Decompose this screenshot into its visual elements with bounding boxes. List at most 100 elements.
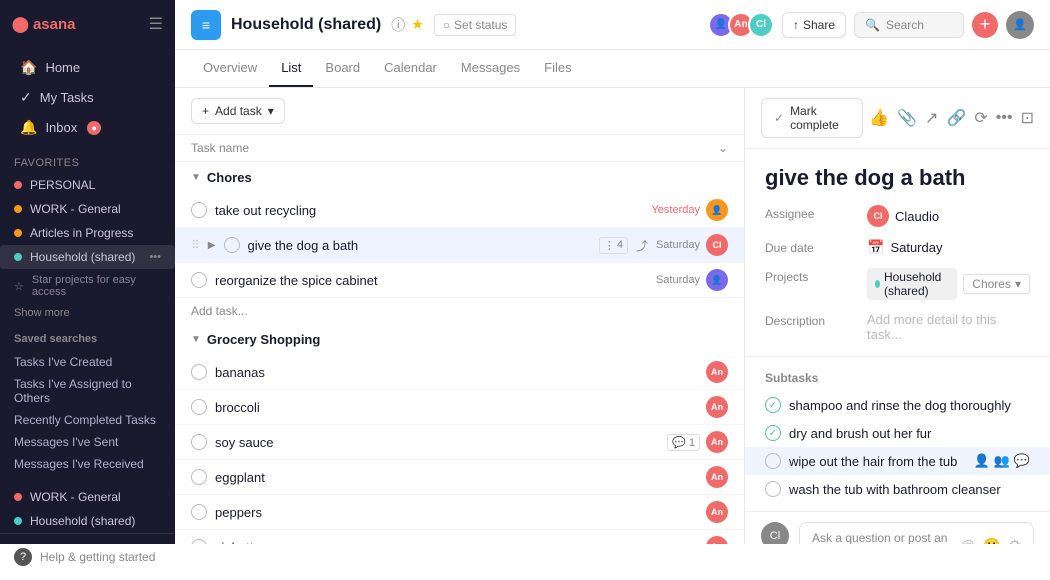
sidebar-item-household[interactable]: Household (shared) ••• (0, 245, 175, 269)
saved-link-sent[interactable]: Messages I've Sent (0, 431, 175, 453)
subtask-name: dry and brush out her fur (789, 426, 1030, 441)
sidebar-item-personal[interactable]: PERSONAL (0, 173, 175, 197)
sidebar-bottom-work[interactable]: WORK - General (0, 485, 175, 509)
plus-icon: + (202, 104, 209, 118)
expand-icon[interactable]: ▶ (208, 240, 216, 251)
saved-link-created[interactable]: Tasks I've Created (0, 351, 175, 373)
set-status-button[interactable]: ○ Set status (434, 14, 517, 36)
tab-list[interactable]: List (269, 50, 313, 87)
section-grocery[interactable]: ▼ Grocery Shopping (175, 324, 744, 355)
task-row[interactable]: bananas An (175, 355, 744, 390)
share-icon[interactable]: ↗ (925, 108, 938, 128)
attach-icon[interactable]: 📎 (897, 108, 917, 128)
more-icon[interactable]: ••• (996, 109, 1013, 127)
subtask-row[interactable]: wash the tub with bathroom cleanser (745, 475, 1050, 503)
comment-input[interactable]: Ask a question or post an update... @ 🙂 … (799, 522, 1034, 544)
sidebar-bottom-household[interactable]: Household (shared) (0, 509, 175, 533)
subtask-check[interactable] (765, 453, 781, 469)
task-check[interactable] (191, 399, 207, 415)
hamburger-icon[interactable]: ☰ (149, 14, 163, 34)
task-row[interactable]: broccoli An (175, 390, 744, 425)
task-row[interactable]: ⠿ ▶ give the dog a bath ⋮ 4 ⤴ Saturday C… (175, 228, 744, 263)
add-task-button[interactable]: + Add task ▾ (191, 98, 285, 124)
subtask-row[interactable]: ✓ shampoo and rinse the dog thoroughly (745, 391, 1050, 419)
search-placeholder: Search (886, 18, 924, 32)
add-button[interactable]: + (972, 12, 998, 38)
collapse-icon[interactable]: ⊡ (1021, 108, 1034, 128)
search-bar[interactable]: 🔍 Search (854, 12, 964, 38)
section-chores[interactable]: ▼ Chores (175, 162, 744, 193)
help-item[interactable]: ? Help & getting started (0, 542, 175, 572)
saved-link-received[interactable]: Messages I've Received (0, 453, 175, 475)
tab-messages[interactable]: Messages (449, 50, 532, 87)
task-row[interactable]: take out recycling Yesterday 👤 (175, 193, 744, 228)
description-placeholder[interactable]: Add more detail to this task... (867, 312, 1030, 342)
project-name: Household (shared) (884, 270, 949, 298)
sidebar: ⬤ asana ☰ 🏠 Home ✓ My Tasks 🔔 Inbox ● Fa… (0, 0, 175, 544)
subtask-check[interactable] (765, 481, 781, 497)
at-icon[interactable]: @ (961, 537, 975, 545)
sidebar-item-mytasks[interactable]: ✓ My Tasks (6, 83, 169, 112)
due-date-label: Due date (765, 239, 855, 255)
subtask-arrow-icon: ⤴ (636, 237, 648, 254)
task-row[interactable]: eggplant An (175, 460, 744, 495)
task-check[interactable] (191, 202, 207, 218)
task-avatar: Cl (706, 234, 728, 256)
chores-tag[interactable]: Chores ▾ (963, 274, 1030, 294)
sidebar-item-articles[interactable]: Articles in Progress (0, 221, 175, 245)
saved-link-completed[interactable]: Recently Completed Tasks (0, 409, 175, 431)
sidebar-item-label: Inbox (45, 120, 77, 135)
task-row[interactable]: reorganize the spice cabinet Saturday 👤 (175, 263, 744, 298)
emoji-icon[interactable]: 🙂 (983, 537, 1000, 545)
mark-complete-button[interactable]: ✓ Mark complete (761, 98, 863, 138)
tab-files[interactable]: Files (532, 50, 583, 87)
sidebar-item-work-general[interactable]: WORK - General (0, 197, 175, 221)
task-check[interactable] (191, 504, 207, 520)
like-icon[interactable]: 👍 (869, 108, 889, 128)
tab-overview[interactable]: Overview (191, 50, 269, 87)
sidebar-item-home[interactable]: 🏠 Home (6, 53, 169, 82)
sidebar-nav: 🏠 Home ✓ My Tasks 🔔 Inbox ● (0, 48, 175, 147)
tab-calendar[interactable]: Calendar (372, 50, 449, 87)
drag-handle-icon[interactable]: ⠿ (191, 238, 200, 252)
sync-icon[interactable]: ⟳ (974, 108, 987, 128)
tab-board[interactable]: Board (313, 50, 372, 87)
show-more[interactable]: Show more (0, 303, 175, 323)
dot-icon (14, 493, 22, 501)
task-check[interactable] (191, 272, 207, 288)
asana-logo: ⬤ asana (12, 15, 76, 33)
calendar-icon: 📅 (867, 239, 884, 256)
task-check[interactable] (191, 364, 207, 380)
subtask-row[interactable]: ✓ dry and brush out her fur (745, 419, 1050, 447)
project-tag[interactable]: Household (shared) (867, 268, 957, 300)
header-icons: ⓘ ★ (391, 15, 424, 35)
subtask-check[interactable]: ✓ (765, 397, 781, 413)
share-icon: ↑ (793, 18, 799, 32)
task-check[interactable] (191, 469, 207, 485)
date-tag: Yesterday (651, 204, 700, 216)
task-row[interactable]: soy sauce 💬 1 An (175, 425, 744, 460)
task-check[interactable] (191, 434, 207, 450)
attach-icon[interactable]: ⚙ (1008, 537, 1021, 545)
due-date: Saturday (890, 240, 942, 255)
task-row[interactable]: ciabatta An (175, 530, 744, 544)
add-task-chores[interactable]: Add task... (175, 298, 744, 324)
due-date-value[interactable]: 📅 Saturday (867, 239, 942, 256)
star-icon[interactable]: ★ (411, 16, 424, 33)
task-row[interactable]: peppers An (175, 495, 744, 530)
task-check[interactable] (191, 539, 207, 544)
task-check[interactable] (224, 237, 240, 253)
assignee-value[interactable]: Cl Claudio (867, 205, 939, 227)
dot-icon (14, 205, 22, 213)
share-button[interactable]: ↑ Share (782, 12, 846, 38)
comment-area: Cl Ask a question or post an update... @… (761, 522, 1034, 544)
info-icon[interactable]: ⓘ (391, 15, 405, 35)
task-name: reorganize the spice cabinet (215, 273, 648, 288)
subtask-row[interactable]: wipe out the hair from the tub 👤 👥 💬 (745, 447, 1050, 475)
user-avatar[interactable]: 👤 (1006, 11, 1034, 39)
sidebar-item-inbox[interactable]: 🔔 Inbox ● (6, 113, 169, 142)
link-icon[interactable]: 🔗 (946, 108, 966, 128)
subtask-check[interactable]: ✓ (765, 425, 781, 441)
saved-link-assigned[interactable]: Tasks I've Assigned to Others (0, 373, 175, 409)
detail-panel: ✓ Mark complete 👍 📎 ↗ 🔗 ⟳ ••• ⊡ give the… (745, 88, 1050, 544)
